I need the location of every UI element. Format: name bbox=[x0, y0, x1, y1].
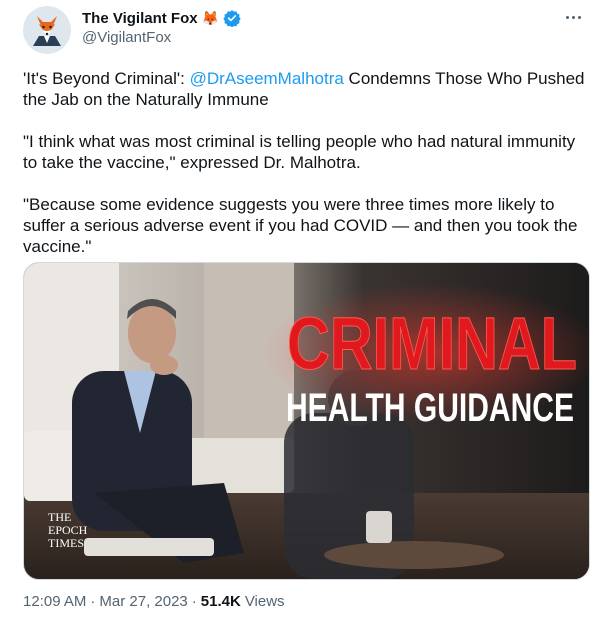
author-avatar[interactable] bbox=[23, 6, 71, 54]
media-artwork: CRIMINAL HEALTH GUIDANCE THE EPOCH TIMES bbox=[24, 263, 589, 579]
author-name-row: The Vigilant Fox 🦊 bbox=[82, 9, 241, 27]
media-headline: CRIMINAL bbox=[287, 302, 577, 385]
tweet-time[interactable]: 12:09 AM bbox=[23, 593, 86, 610]
tweet-meta: 12:09 AM · Mar 27, 2023 · 51.4K Views bbox=[23, 593, 285, 610]
author-display-name[interactable]: The Vigilant Fox bbox=[82, 10, 198, 27]
epoch-logo-line2: EPOCH bbox=[48, 523, 88, 537]
meta-separator-2: · bbox=[191, 593, 197, 610]
views-count: 51.4K bbox=[200, 593, 241, 610]
author-handle[interactable]: @VigilantFox bbox=[82, 29, 171, 46]
more-options-icon[interactable] bbox=[561, 8, 585, 26]
tweet-body: 'It's Beyond Criminal': @DrAseemMalhotra… bbox=[23, 68, 589, 278]
epoch-logo-line1: THE bbox=[48, 510, 71, 524]
fox-avatar-icon bbox=[23, 6, 71, 54]
epoch-logo-line3: TIMES bbox=[48, 536, 84, 550]
views-label: Views bbox=[244, 593, 285, 610]
tweet-paragraph-3: "Because some evidence suggests you were… bbox=[23, 195, 578, 256]
tweet-card: The Vigilant Fox 🦊 @VigilantFox 'It's Be… bbox=[0, 0, 602, 620]
fox-emoji-icon: 🦊 bbox=[201, 10, 220, 26]
meta-separator: · bbox=[90, 593, 96, 610]
verified-badge-icon[interactable] bbox=[223, 9, 241, 27]
tweet-paragraph-2: "I think what was most criminal is telli… bbox=[23, 132, 576, 172]
mention-link[interactable]: @DrAseemMalhotra bbox=[190, 69, 344, 88]
tweet-media-image[interactable]: CRIMINAL HEALTH GUIDANCE THE EPOCH TIMES bbox=[23, 262, 590, 580]
media-subheadline: HEALTH GUIDANCE bbox=[286, 386, 574, 430]
tweet-paragraph-1: 'It's Beyond Criminal': @DrAseemMalhotra… bbox=[23, 68, 589, 110]
tweet-date[interactable]: Mar 27, 2023 bbox=[99, 593, 187, 610]
tweet-line1-prefix: 'It's Beyond Criminal': bbox=[23, 69, 190, 88]
